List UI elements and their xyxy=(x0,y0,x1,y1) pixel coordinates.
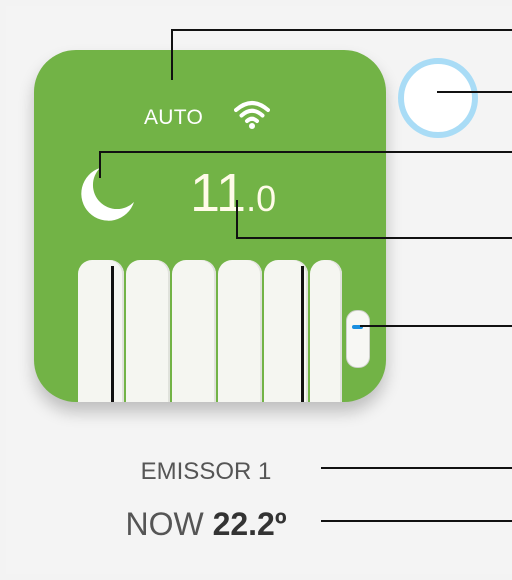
radiator-fin xyxy=(126,260,170,402)
current-temperature: NOW 22.2º xyxy=(6,506,406,543)
radiator-illustration xyxy=(78,260,370,402)
power-toggle-button[interactable] xyxy=(398,58,478,138)
radiator-fin xyxy=(310,260,342,402)
radiator-divider xyxy=(301,266,304,402)
now-label: NOW xyxy=(125,506,204,542)
radiator-fin xyxy=(218,260,262,402)
setpoint-temperature: 11.0 xyxy=(190,162,276,224)
setpoint-decimal: .0 xyxy=(246,178,277,219)
radiator-fin xyxy=(172,260,216,402)
indicator-led xyxy=(352,325,363,329)
now-value: 22.2º xyxy=(212,506,287,542)
mode-label: AUTO xyxy=(144,106,204,129)
radiator-fin xyxy=(78,260,124,402)
emitter-card[interactable]: AUTO 11.0 xyxy=(34,50,386,402)
emitter-name: EMISSOR 1 xyxy=(140,458,272,485)
emitter-panel: AUTO 11.0 EMISSOR 1 NOW 22.2º xyxy=(6,6,512,574)
moon-icon xyxy=(81,168,134,221)
radiator-divider xyxy=(111,266,114,402)
setpoint-integer: 11 xyxy=(190,163,247,223)
wifi-icon xyxy=(234,101,270,129)
power-indicator xyxy=(346,310,370,368)
